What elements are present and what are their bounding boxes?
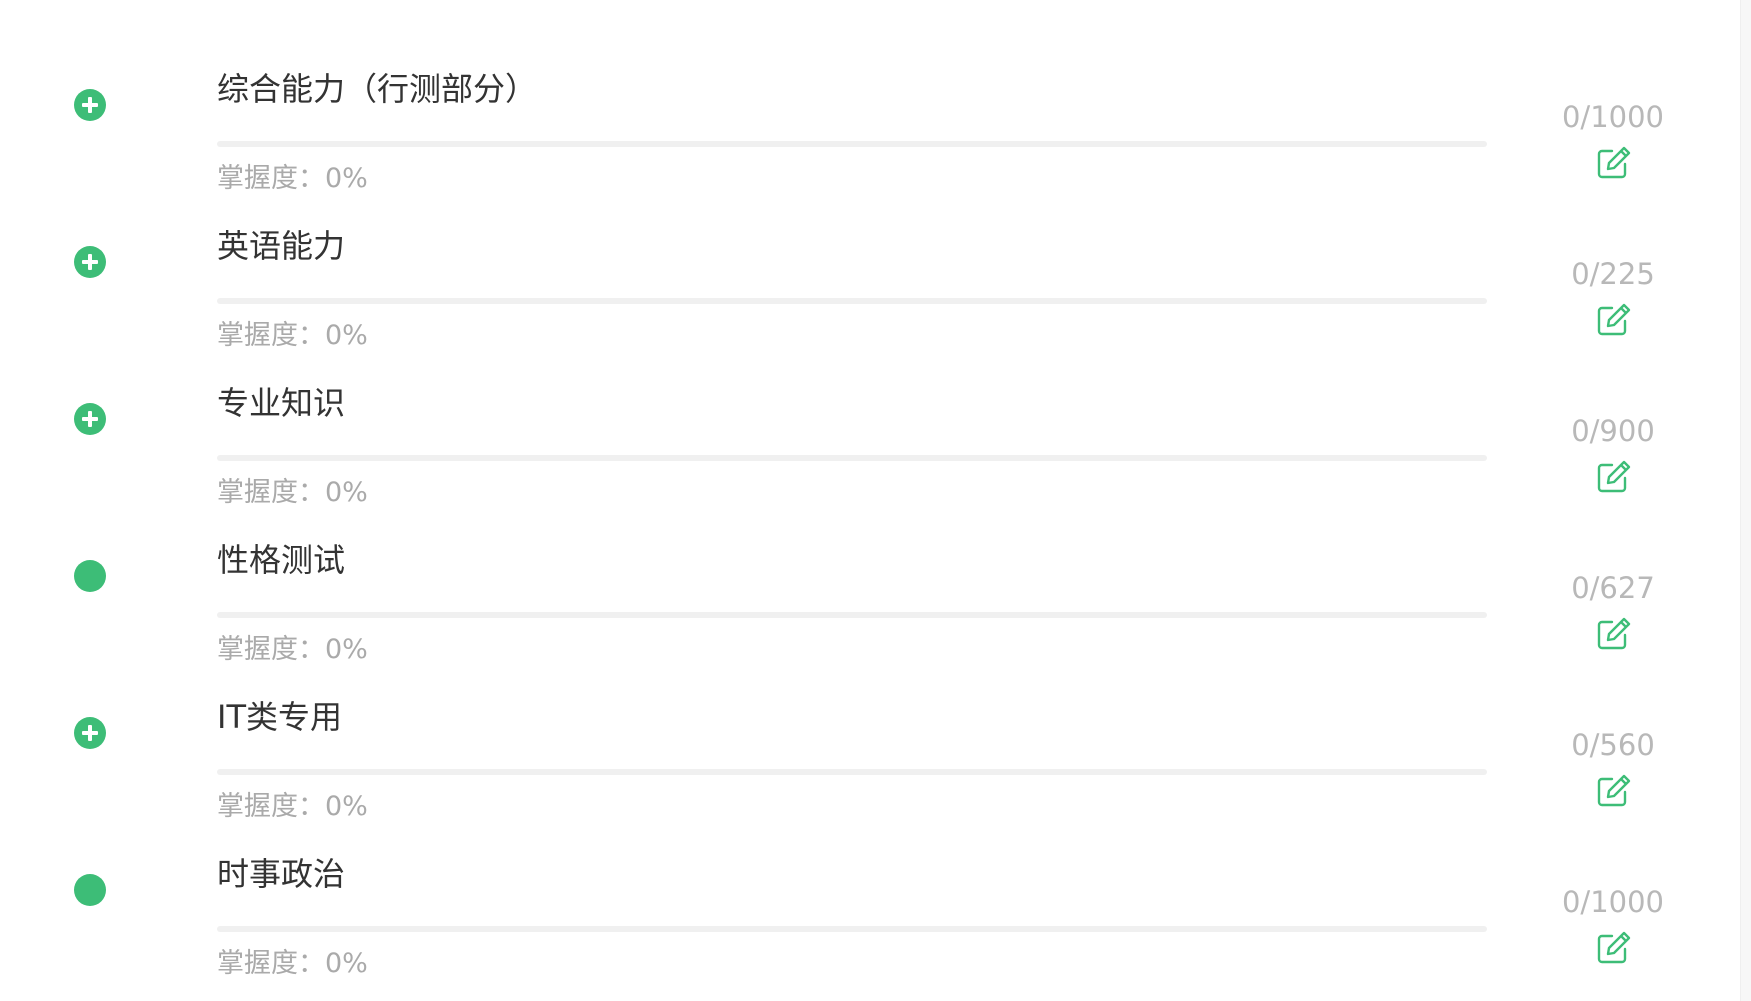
category-title: 性格测试 — [217, 541, 346, 579]
mastery-label: 掌握度： — [217, 477, 325, 508]
edit-icon[interactable] — [1594, 301, 1632, 339]
leaf-dot-icon[interactable] — [74, 874, 106, 906]
scrollbar-track[interactable] — [1740, 0, 1751, 1001]
edit-box-outline — [1597, 463, 1627, 493]
edit-icon[interactable] — [1594, 929, 1632, 967]
expand-plus-icon[interactable] — [74, 717, 106, 749]
category-title: 综合能力（行测部分） — [217, 70, 538, 108]
mastery-progress-bar — [217, 141, 1487, 147]
category-row[interactable]: 性格测试 掌握度：0% 0/627 — [0, 508, 1740, 665]
category-title: 专业知识 — [217, 384, 346, 422]
mastery-progress-bar — [217, 926, 1487, 932]
edit-icon[interactable] — [1594, 144, 1632, 182]
edit-icon[interactable] — [1594, 772, 1632, 810]
plus-icon — [82, 725, 98, 741]
category-row[interactable]: 专业知识 掌握度：0% 0/900 — [0, 351, 1740, 508]
question-count: 0/225 — [1571, 257, 1655, 291]
mastery-value: 0% — [325, 791, 368, 822]
expand-plus-icon[interactable] — [74, 403, 106, 435]
plus-icon — [82, 97, 98, 113]
mastery-value: 0% — [325, 634, 368, 665]
mastery-text: 掌握度：0% — [217, 319, 368, 353]
category-row[interactable]: 综合能力（行测部分） 掌握度：0% 0/1000 — [0, 37, 1740, 194]
question-count: 0/560 — [1571, 728, 1655, 762]
mastery-value: 0% — [325, 948, 368, 979]
category-row[interactable]: IT类专用 掌握度：0% 0/560 — [0, 665, 1740, 822]
category-title: IT类专用 — [217, 698, 342, 736]
mastery-text: 掌握度：0% — [217, 633, 368, 667]
edit-icon[interactable] — [1594, 615, 1632, 653]
mastery-text: 掌握度：0% — [217, 947, 368, 981]
edit-box-outline — [1597, 777, 1627, 807]
mastery-progress-bar — [217, 769, 1487, 775]
plus-vertical-bar — [88, 411, 92, 427]
pencil-square-icon — [1597, 303, 1631, 336]
mastery-text: 掌握度：0% — [217, 162, 368, 196]
edit-box-outline — [1597, 620, 1627, 650]
expand-plus-icon[interactable] — [74, 89, 106, 121]
expand-plus-icon[interactable] — [74, 246, 106, 278]
plus-icon — [82, 254, 98, 270]
edit-box-outline — [1597, 934, 1627, 964]
question-count: 0/1000 — [1561, 885, 1665, 919]
mastery-value: 0% — [325, 477, 368, 508]
category-title: 英语能力 — [217, 227, 346, 265]
pencil-square-icon — [1597, 617, 1631, 650]
edit-box-outline — [1597, 306, 1627, 336]
mastery-value: 0% — [325, 163, 368, 194]
mastery-label: 掌握度： — [217, 791, 325, 822]
mastery-value: 0% — [325, 320, 368, 351]
plus-vertical-bar — [88, 254, 92, 270]
mastery-label: 掌握度： — [217, 634, 325, 665]
mastery-text: 掌握度：0% — [217, 476, 368, 510]
edit-icon[interactable] — [1594, 458, 1632, 496]
mastery-progress-bar — [217, 612, 1487, 618]
pencil-square-icon — [1597, 774, 1631, 807]
plus-icon — [82, 411, 98, 427]
pencil-square-icon — [1597, 931, 1631, 964]
pencil-square-icon — [1597, 460, 1631, 493]
mastery-progress-bar — [217, 298, 1487, 304]
category-row[interactable]: 英语能力 掌握度：0% 0/225 — [0, 194, 1740, 351]
leaf-dot-icon[interactable] — [74, 560, 106, 592]
plus-vertical-bar — [88, 97, 92, 113]
mastery-progress-bar — [217, 455, 1487, 461]
mastery-label: 掌握度： — [217, 948, 325, 979]
mastery-label: 掌握度： — [217, 320, 325, 351]
category-row[interactable]: 时事政治 掌握度：0% 0/1000 — [0, 822, 1740, 979]
question-count: 0/627 — [1571, 571, 1655, 605]
edit-box-outline — [1597, 149, 1627, 179]
mastery-label: 掌握度： — [217, 163, 325, 194]
plus-vertical-bar — [88, 725, 92, 741]
question-count: 0/900 — [1571, 414, 1655, 448]
question-count: 0/1000 — [1561, 100, 1665, 134]
mastery-text: 掌握度：0% — [217, 790, 368, 824]
category-title: 时事政治 — [217, 855, 346, 893]
pencil-square-icon — [1597, 146, 1631, 179]
